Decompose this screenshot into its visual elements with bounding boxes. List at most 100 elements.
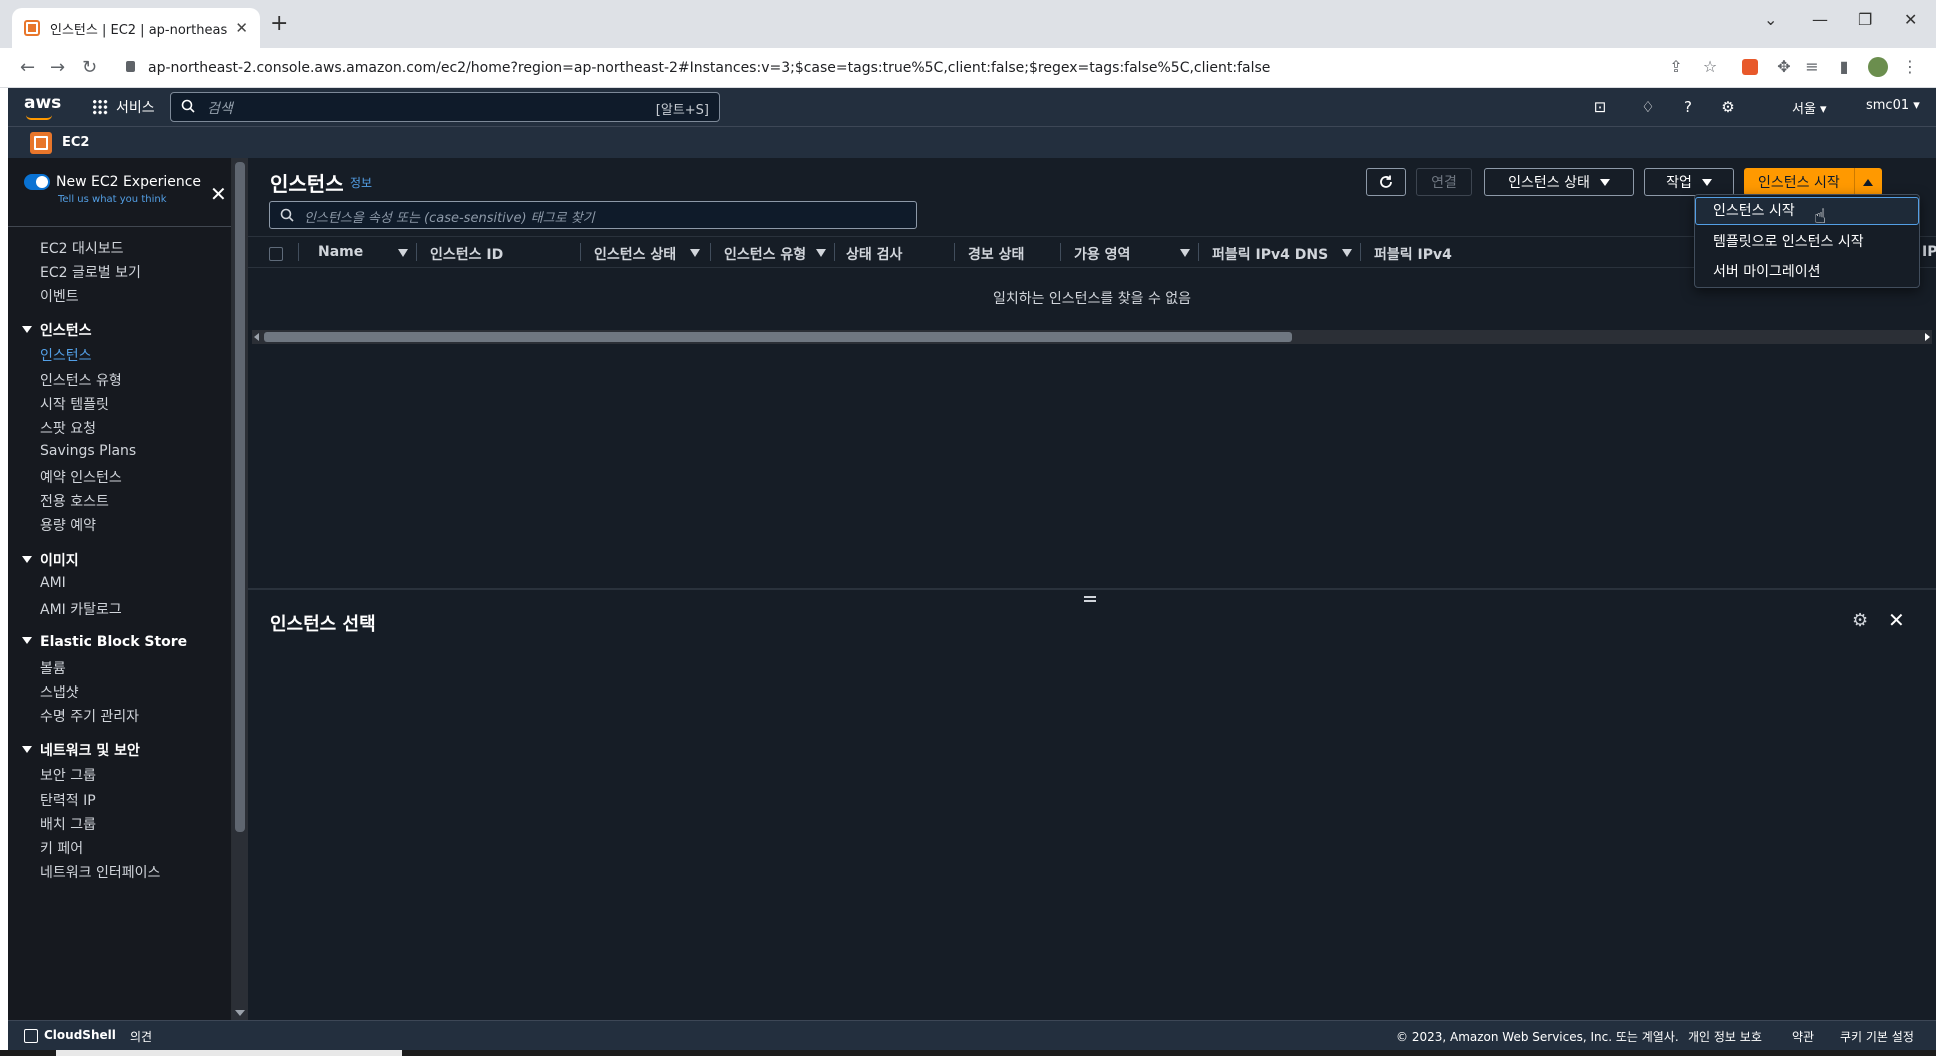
column-instance-state[interactable]: 인스턴스 상태 [594,244,676,264]
aws-logo[interactable]: aws [24,93,61,120]
side-panel-icon[interactable]: ▮ [1834,57,1854,77]
connect-button[interactable]: 연결 [1416,168,1472,196]
column-public-ipv4-dns[interactable]: 퍼블릭 IPv4 DNS [1212,244,1328,264]
column-ip[interactable]: IP [1922,244,1936,260]
sort-icon[interactable] [1342,249,1352,257]
feedback-link[interactable]: Tell us what you think [58,194,167,205]
address-bar[interactable]: ap-northeast-2.console.aws.amazon.com/ec… [148,60,1270,76]
column-instance-type[interactable]: 인스턴스 유형 [724,244,806,264]
sidebar-item-key-pairs[interactable]: 키 페어 [40,838,83,858]
table-horizontal-scrollbar[interactable] [252,330,1932,344]
cloudshell-icon[interactable] [24,1029,38,1043]
details-settings-gear-icon[interactable]: ⚙ [1852,610,1868,631]
sidebar-item-snapshots[interactable]: 스냅샷 [40,682,79,702]
service-name[interactable]: EC2 [62,135,89,150]
sidebar-item-launch-templates[interactable]: 시작 템플릿 [40,394,109,414]
column-name[interactable]: Name [318,244,363,260]
sidebar-item-lifecycle-manager[interactable]: 수명 주기 관리자 [40,706,139,726]
new-tab-icon[interactable]: + [270,12,288,36]
sidebar-item-capacity-reservations[interactable]: 용량 예약 [40,515,96,535]
sidebar-item-elastic-ip[interactable]: 탄력적 IP [40,790,96,810]
sidebar-item-reserved-instances[interactable]: 예약 인스턴스 [40,467,122,487]
launch-instances-button[interactable]: 인스턴스 시작 [1744,168,1882,196]
restore-icon[interactable]: ❐ [1858,10,1872,29]
settings-gear-icon[interactable]: ⚙ [1718,97,1738,117]
new-experience-toggle[interactable] [24,174,50,190]
window-close-icon[interactable]: ✕ [1904,10,1917,29]
sidebar-close-icon[interactable]: ✕ [210,184,227,204]
menu-item-launch-from-template[interactable]: 템플릿으로 인스턴스 시작 [1695,228,1919,256]
puzzle-icon[interactable]: ✥ [1774,57,1794,77]
column-public-ipv4[interactable]: 퍼블릭 IPv4 [1374,244,1452,264]
sort-icon[interactable] [816,249,826,257]
bookmark-star-icon[interactable]: ☆ [1700,57,1720,77]
column-alarm-status[interactable]: 경보 상태 [968,244,1024,264]
tab-close-icon[interactable]: ✕ [235,19,248,37]
browser-tab[interactable]: 인스턴스 | EC2 | ap-northeast-2 ✕ [12,8,260,48]
scroll-left-icon[interactable] [254,333,259,341]
scrollbar-thumb[interactable] [235,162,245,832]
refresh-button[interactable] [1366,168,1406,196]
scroll-down-icon[interactable] [235,1010,245,1016]
sidebar-item-ami-catalog[interactable]: AMI 카탈로그 [40,599,122,619]
help-icon[interactable]: ? [1678,97,1698,117]
sidebar-item-placement-groups[interactable]: 배치 그룹 [40,814,96,834]
sidebar-section-network-security[interactable]: 네트워크 및 보안 [22,740,140,760]
sidebar-section-instances[interactable]: 인스턴스 [22,320,92,340]
minimize-icon[interactable]: — [1812,10,1828,29]
sidebar-item-spot-requests[interactable]: 스팟 요청 [40,418,96,438]
tab-search-icon[interactable]: ⌄ [1764,10,1777,29]
sidebar-item-dashboard[interactable]: EC2 대시보드 [40,238,124,258]
back-icon[interactable]: ← [20,57,35,79]
reload-icon[interactable]: ↻ [82,57,97,79]
cloudshell-link[interactable]: CloudShell [44,1028,116,1042]
sidebar-scrollbar[interactable] [232,158,248,1020]
sidebar-item-dedicated-hosts[interactable]: 전용 호스트 [40,491,109,511]
region-selector[interactable]: 서울 ▾ [1792,98,1827,117]
sidebar-item-network-interfaces[interactable]: 네트워크 인터페이스 [40,862,160,882]
instance-state-button[interactable]: 인스턴스 상태 [1484,168,1634,196]
sidebar-item-instances[interactable]: 인스턴스 [40,345,92,365]
notifications-icon[interactable]: ♢ [1638,97,1658,117]
reading-list-icon[interactable]: ≡ [1802,57,1822,77]
sort-icon[interactable] [690,249,700,257]
privacy-link[interactable]: 개인 정보 보호 [1688,1028,1762,1045]
services-menu[interactable]: 서비스 [92,97,155,117]
profile-avatar[interactable] [1868,57,1888,77]
sidebar-item-events[interactable]: 이벤트 [40,286,79,306]
sidebar-item-instance-types[interactable]: 인스턴스 유형 [40,370,122,390]
terms-link[interactable]: 약관 [1792,1028,1814,1045]
sidebar-item-ami[interactable]: AMI [40,575,66,591]
cookie-preferences-link[interactable]: 쿠키 기본 설정 [1840,1028,1914,1045]
sidebar-section-images[interactable]: 이미지 [22,550,79,570]
chrome-menu-icon[interactable]: ⋮ [1900,57,1920,77]
resize-handle[interactable] [1084,596,1096,602]
cloudshell-icon[interactable]: ⊡ [1590,97,1610,117]
menu-item-launch-instances[interactable]: 인스턴스 시작 [1695,197,1919,225]
forward-icon[interactable]: → [50,57,65,79]
instance-filter-input[interactable]: 인스턴스을 속성 또는 (case-sensitive) 태그로 찾기 [269,201,917,229]
column-instance-id[interactable]: 인스턴스 ID [430,244,503,264]
feedback-link[interactable]: 의견 [130,1028,152,1045]
account-menu[interactable]: smc01 ▾ [1866,98,1920,113]
column-status-checks[interactable]: 상태 검사 [846,244,902,264]
info-link[interactable]: 정보 [350,174,372,191]
details-close-icon[interactable]: ✕ [1888,608,1905,632]
sidebar-item-security-groups[interactable]: 보안 그룹 [40,765,96,785]
sidebar-item-volumes[interactable]: 볼륨 [40,658,66,678]
menu-item-server-migration[interactable]: 서버 마이그레이션 [1695,258,1919,286]
column-availability-zone[interactable]: 가용 영역 [1074,244,1130,264]
extension-icon[interactable] [1742,59,1758,75]
sort-icon[interactable] [1180,249,1190,257]
sidebar-item-global-view[interactable]: EC2 글로벌 보기 [40,262,141,282]
select-all-checkbox[interactable] [269,247,283,261]
search-input[interactable]: 검색 [알트+S] [170,92,720,122]
launch-dropdown-toggle[interactable] [1853,168,1882,196]
actions-button[interactable]: 작업 [1644,168,1734,196]
share-icon[interactable]: ⇪ [1666,57,1686,77]
sidebar-section-ebs[interactable]: Elastic Block Store [22,634,187,650]
scroll-right-icon[interactable] [1925,333,1930,341]
ec2-service-icon[interactable] [30,132,52,154]
sidebar-item-savings-plans[interactable]: Savings Plans [40,443,136,459]
sort-icon[interactable] [398,249,408,257]
